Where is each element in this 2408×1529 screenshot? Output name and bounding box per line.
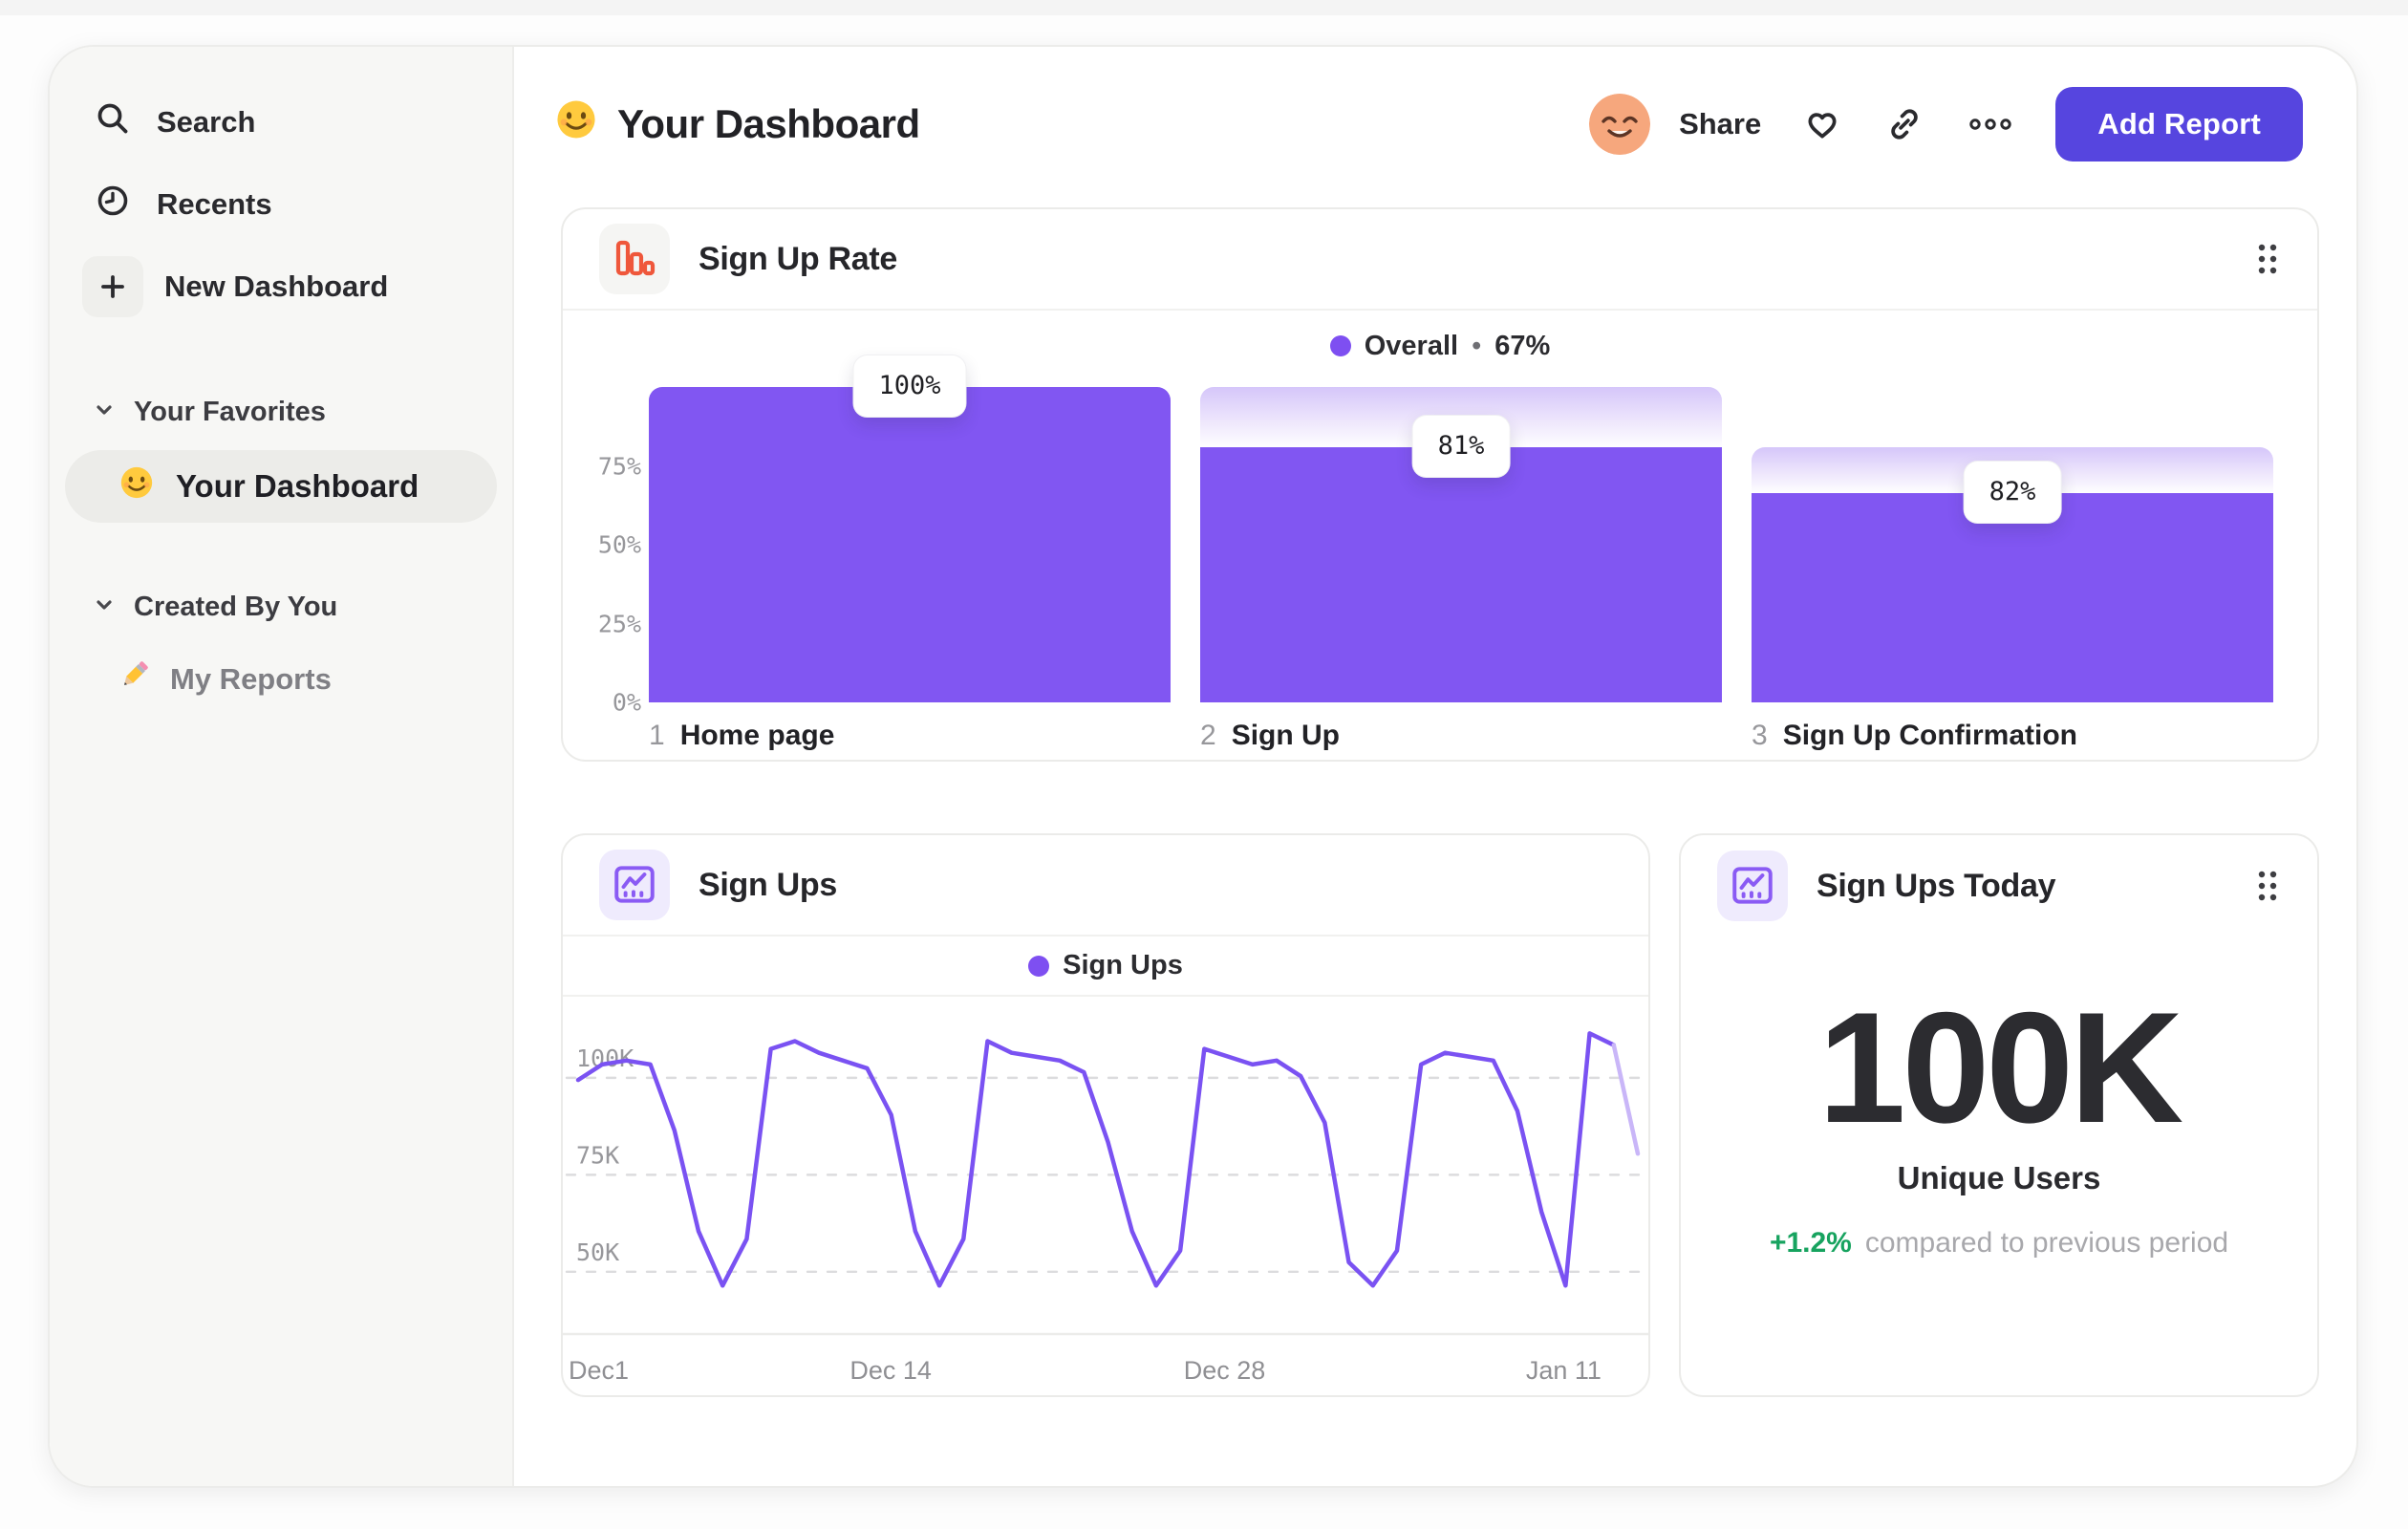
legend-series-label: Overall xyxy=(1364,330,1459,361)
funnel-step-labels: 1 Home page 2 Sign Up 3 Sign Up Confirma… xyxy=(649,720,2273,752)
chevron-down-icon xyxy=(94,397,115,428)
chevron-down-icon xyxy=(94,592,115,623)
card-title: Sign Up Rate xyxy=(699,240,897,277)
kpi-delta-row: +1.2% compared to previous period xyxy=(1770,1227,2228,1260)
sidebar-section-created-by-you[interactable]: Created By You xyxy=(50,576,512,637)
sidebar-item-label: Your Dashboard xyxy=(176,468,419,504)
svg-text:Jan 11: Jan 11 xyxy=(1526,1356,1602,1385)
line-chart-icon xyxy=(1717,851,1788,921)
sidebar-item-your-dashboard[interactable]: Your Dashboard xyxy=(65,450,497,523)
smiley-emoji xyxy=(118,464,155,508)
drag-handle-icon[interactable] xyxy=(2254,240,2281,278)
funnel-bar-solid xyxy=(1200,446,1722,702)
funnel-bar-solid xyxy=(1752,492,2273,702)
legend-separator: • xyxy=(1472,330,1482,361)
kpi-body: 100K Unique Users +1.2% compared to prev… xyxy=(1681,937,2317,1260)
line-chart-icon xyxy=(599,850,670,920)
funnel-bar-sign-up-confirmation: 82% xyxy=(1752,387,2273,702)
sidebar-item-recents[interactable]: Recents xyxy=(50,163,512,246)
svg-text:100K: 100K xyxy=(576,1044,634,1072)
card-header: Sign Ups xyxy=(563,835,1648,937)
funnel-value-badge: 82% xyxy=(1964,461,2061,523)
kpi-label: Unique Users xyxy=(1897,1160,2101,1195)
sign-up-rate-card: Sign Up Rate Overall • 67% 75% 50% 25% 0% 1… xyxy=(561,207,2319,762)
sign-ups-today-card: Sign Ups Today 100K Unique Users +1.2% c… xyxy=(1679,833,2319,1397)
search-icon xyxy=(94,99,132,145)
drag-handle-icon[interactable] xyxy=(2254,867,2281,905)
add-report-button[interactable]: Add Report xyxy=(2055,87,2303,162)
card-title: Sign Ups Today xyxy=(1817,867,2056,904)
smiley-emoji xyxy=(554,97,598,151)
svg-text:Dec 14: Dec 14 xyxy=(849,1356,932,1385)
funnel-step-label: 1 Home page xyxy=(649,720,835,751)
sidebar-item-search[interactable]: Search xyxy=(50,81,512,163)
card-header: Sign Up Rate xyxy=(563,209,2317,311)
svg-text:Dec 28: Dec 28 xyxy=(1184,1356,1266,1385)
copy-link-icon[interactable] xyxy=(1883,103,1925,145)
card-header: Sign Ups Today xyxy=(1681,835,2317,937)
pencil-emoji xyxy=(115,657,153,702)
funnel-step-label: 2 Sign Up xyxy=(1200,720,1341,751)
funnel-legend: Overall • 67% xyxy=(563,324,2317,368)
legend-dot xyxy=(1028,955,1050,977)
sidebar-item-label: Search xyxy=(157,105,256,139)
legend-dot xyxy=(1329,335,1351,356)
sign-ups-card: Sign Ups Sign Ups 100K 75K 50K Dec1 Dec 14 De… xyxy=(561,833,1650,1397)
legend-value: 67% xyxy=(1494,330,1551,361)
app-window: Search Recents New Dashboard Your Favori… xyxy=(48,45,2358,1488)
funnel-y-axis: 75% 50% 25% 0% xyxy=(597,452,641,717)
kpi-delta-caption: compared to previous period xyxy=(1864,1227,2229,1259)
page-header: Your Dashboard Share Add Report xyxy=(554,83,2303,165)
sidebar-item-label: New Dashboard xyxy=(164,269,389,303)
more-options-icon[interactable] xyxy=(1966,103,2015,145)
funnel-step-label: 3 Sign Up Confirmation xyxy=(1752,720,2077,751)
funnel-value-badge: 81% xyxy=(1412,415,1510,477)
sidebar: Search Recents New Dashboard Your Favori… xyxy=(50,47,514,1486)
section-label: Created By You xyxy=(134,591,338,622)
kpi-delta: +1.2% xyxy=(1769,1227,1852,1259)
kpi-value: 100K xyxy=(1817,980,2183,1155)
plus-icon xyxy=(82,256,143,317)
svg-text:Dec1: Dec1 xyxy=(569,1356,629,1385)
sign-ups-line-chart: 100K 75K 50K Dec1 Dec 14 Dec 28 Jan 11 xyxy=(563,1031,1648,1385)
svg-text:75K: 75K xyxy=(576,1141,619,1169)
sidebar-item-label: Recents xyxy=(157,187,272,221)
funnel-bar-solid xyxy=(649,387,1171,702)
sidebar-section-your-favorites[interactable]: Your Favorites xyxy=(50,381,512,442)
funnel-bar-home-page: 100% xyxy=(649,355,1171,702)
section-label: Your Favorites xyxy=(134,396,326,427)
page-title: Your Dashboard xyxy=(554,97,920,151)
legend-series-label: Sign Ups xyxy=(1063,950,1183,980)
share-button[interactable]: Share xyxy=(1679,107,1761,141)
sidebar-item-my-reports[interactable]: My Reports xyxy=(50,643,512,716)
avatar[interactable] xyxy=(1589,94,1651,155)
funnel-bar-sign-up: 81% xyxy=(1200,387,1722,702)
header-actions: Share Add Report xyxy=(1589,87,2303,162)
sidebar-item-label: My Reports xyxy=(170,662,332,696)
funnel-chart-icon xyxy=(599,224,670,294)
favorite-heart-icon[interactable] xyxy=(1801,103,1843,145)
sidebar-item-new-dashboard[interactable]: New Dashboard xyxy=(50,246,512,328)
card-title: Sign Ups xyxy=(699,866,837,903)
funnel-plot: 100% 81% 82% xyxy=(649,355,2273,702)
svg-text:50K: 50K xyxy=(576,1238,619,1266)
line-legend: Sign Ups xyxy=(563,937,1648,997)
clock-icon xyxy=(94,182,132,227)
funnel-value-badge: 100% xyxy=(853,355,966,417)
